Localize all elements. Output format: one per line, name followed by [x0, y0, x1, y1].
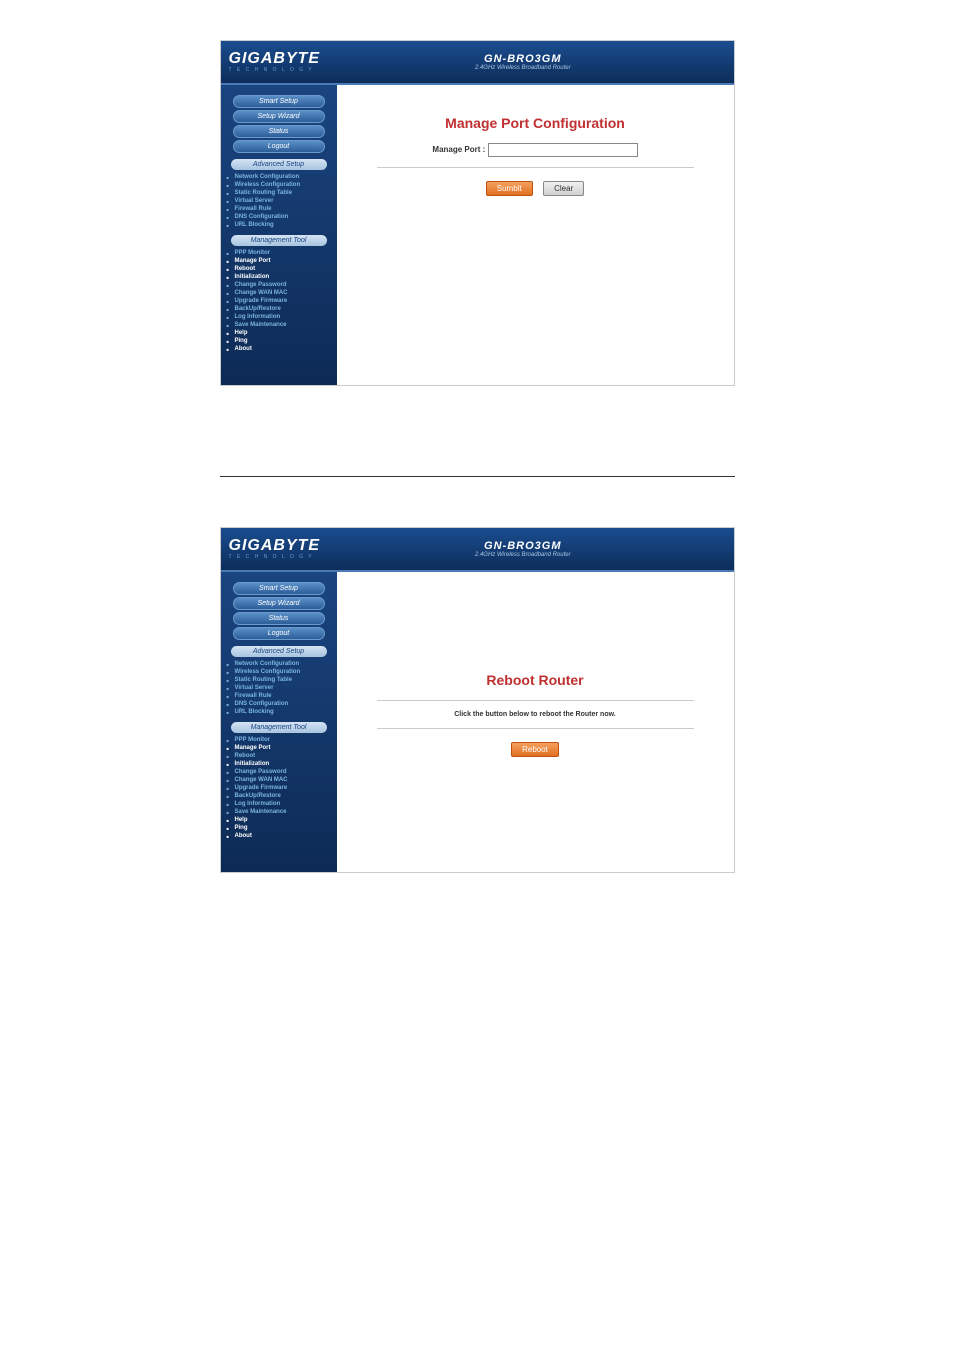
nav-help-2[interactable]: Help	[225, 816, 333, 824]
nav-firewall-rule-2[interactable]: Firewall Rule	[225, 692, 333, 700]
nav-smart-setup[interactable]: Smart Setup	[233, 95, 325, 108]
nav-wireless-config[interactable]: Wireless Configuration	[225, 181, 333, 189]
brand-logo-2: GIGABYTE T E C H N O L O G Y	[229, 538, 321, 560]
header-bar: GIGABYTE T E C H N O L O G Y GN-BRO3GM 2…	[221, 41, 734, 85]
router-ui-frame-2: GIGABYTE T E C H N O L O G Y GN-BRO3GM 2…	[220, 527, 735, 873]
body-row: Smart Setup Setup Wizard Status Logout A…	[221, 85, 734, 385]
nav-change-wan-mac-2[interactable]: Change WAN MAC	[225, 776, 333, 784]
button-row: Sumbit Clear	[357, 178, 714, 196]
nav-ppp-monitor-2[interactable]: PPP Monitor	[225, 736, 333, 744]
body-row-2: Smart Setup Setup Wizard Status Logout A…	[221, 572, 734, 872]
reboot-button[interactable]: Reboot	[511, 742, 559, 757]
nav-reboot-2[interactable]: Reboot	[225, 752, 333, 760]
nav-setup-wizard-2[interactable]: Setup Wizard	[233, 597, 325, 610]
brand-logo: GIGABYTE T E C H N O L O G Y	[229, 51, 321, 73]
clear-button[interactable]: Clear	[543, 181, 584, 196]
nav-network-config[interactable]: Network Configuration	[225, 173, 333, 181]
sidebar: Smart Setup Setup Wizard Status Logout A…	[221, 85, 337, 385]
nav-firewall-rule[interactable]: Firewall Rule	[225, 205, 333, 213]
nav-initialization[interactable]: Initialization	[225, 273, 333, 281]
nav-upgrade-firmware-2[interactable]: Upgrade Firmware	[225, 784, 333, 792]
sidebar-2: Smart Setup Setup Wizard Status Logout A…	[221, 572, 337, 872]
nav-ping-2[interactable]: Ping	[225, 824, 333, 832]
nav-network-config-2[interactable]: Network Configuration	[225, 660, 333, 668]
product-model-2: GN-BRO3GM	[320, 540, 725, 552]
nav-ppp-monitor[interactable]: PPP Monitor	[225, 249, 333, 257]
nav-wireless-config-2[interactable]: Wireless Configuration	[225, 668, 333, 676]
nav-upgrade-firmware[interactable]: Upgrade Firmware	[225, 297, 333, 305]
nav-save-maintenance-2[interactable]: Save Maintenance	[225, 808, 333, 816]
page-separator	[220, 476, 735, 477]
brand-name: GIGABYTE	[229, 51, 321, 67]
nav-manage-port-2[interactable]: Manage Port	[225, 744, 333, 752]
screenshot-manage-port: GIGABYTE T E C H N O L O G Y GN-BRO3GM 2…	[220, 40, 735, 386]
management-tool-header-2: Management Tool	[231, 722, 327, 733]
divider-top-2	[377, 700, 694, 701]
nav-url-blocking-2[interactable]: URL Blocking	[225, 708, 333, 716]
manage-port-row: Manage Port :	[357, 143, 714, 157]
submit-button[interactable]: Sumbit	[486, 181, 533, 196]
button-row-2: Reboot	[357, 739, 714, 757]
nav-smart-setup-2[interactable]: Smart Setup	[233, 582, 325, 595]
header-product-2: GN-BRO3GM 2.4GHz Wireless Broadband Rout…	[320, 540, 725, 558]
brand-name-2: GIGABYTE	[229, 538, 321, 554]
nav-change-wan-mac[interactable]: Change WAN MAC	[225, 289, 333, 297]
nav-change-password-2[interactable]: Change Password	[225, 768, 333, 776]
advanced-setup-header-2: Advanced Setup	[231, 646, 327, 657]
nav-static-routing-2[interactable]: Static Routing Table	[225, 676, 333, 684]
nav-ping[interactable]: Ping	[225, 337, 333, 345]
nav-log-information[interactable]: Log Information	[225, 313, 333, 321]
main-content-2: Reboot Router Click the button below to …	[337, 572, 734, 872]
nav-status-2[interactable]: Status	[233, 612, 325, 625]
nav-manage-port[interactable]: Manage Port	[225, 257, 333, 265]
divider-bottom-2	[377, 728, 694, 729]
screenshot-reboot: GIGABYTE T E C H N O L O G Y GN-BRO3GM 2…	[220, 527, 735, 873]
nav-help[interactable]: Help	[225, 329, 333, 337]
nav-save-maintenance[interactable]: Save Maintenance	[225, 321, 333, 329]
management-tool-header: Management Tool	[231, 235, 327, 246]
nav-dns-config[interactable]: DNS Configuration	[225, 213, 333, 221]
nav-about[interactable]: About	[225, 345, 333, 353]
main-content: Manage Port Configuration Manage Port : …	[337, 85, 734, 385]
nav-virtual-server[interactable]: Virtual Server	[225, 197, 333, 205]
nav-change-password[interactable]: Change Password	[225, 281, 333, 289]
nav-log-information-2[interactable]: Log Information	[225, 800, 333, 808]
page-title-2: Reboot Router	[357, 672, 714, 688]
brand-tagline-2: T E C H N O L O G Y	[229, 554, 321, 560]
header-product: GN-BRO3GM 2.4GHz Wireless Broadband Rout…	[320, 53, 725, 71]
header-bar-2: GIGABYTE T E C H N O L O G Y GN-BRO3GM 2…	[221, 528, 734, 572]
reboot-subtitle: Click the button below to reboot the Rou…	[357, 711, 714, 718]
nav-url-blocking[interactable]: URL Blocking	[225, 221, 333, 229]
brand-tagline: T E C H N O L O G Y	[229, 67, 321, 73]
nav-logout[interactable]: Logout	[233, 140, 325, 153]
nav-status[interactable]: Status	[233, 125, 325, 138]
page-title: Manage Port Configuration	[357, 115, 714, 131]
router-ui-frame: GIGABYTE T E C H N O L O G Y GN-BRO3GM 2…	[220, 40, 735, 386]
nav-about-2[interactable]: About	[225, 832, 333, 840]
nav-dns-config-2[interactable]: DNS Configuration	[225, 700, 333, 708]
nav-static-routing[interactable]: Static Routing Table	[225, 189, 333, 197]
product-subtitle: 2.4GHz Wireless Broadband Router	[320, 65, 725, 71]
advanced-setup-header: Advanced Setup	[231, 159, 327, 170]
manage-port-label: Manage Port :	[432, 145, 485, 154]
nav-backup-restore-2[interactable]: BackUp/Restore	[225, 792, 333, 800]
nav-backup-restore[interactable]: BackUp/Restore	[225, 305, 333, 313]
manage-port-input[interactable]	[488, 143, 638, 157]
nav-virtual-server-2[interactable]: Virtual Server	[225, 684, 333, 692]
nav-reboot[interactable]: Reboot	[225, 265, 333, 273]
nav-initialization-2[interactable]: Initialization	[225, 760, 333, 768]
product-model: GN-BRO3GM	[320, 53, 725, 65]
nav-setup-wizard[interactable]: Setup Wizard	[233, 110, 325, 123]
product-subtitle-2: 2.4GHz Wireless Broadband Router	[320, 552, 725, 558]
nav-logout-2[interactable]: Logout	[233, 627, 325, 640]
divider	[377, 167, 694, 168]
